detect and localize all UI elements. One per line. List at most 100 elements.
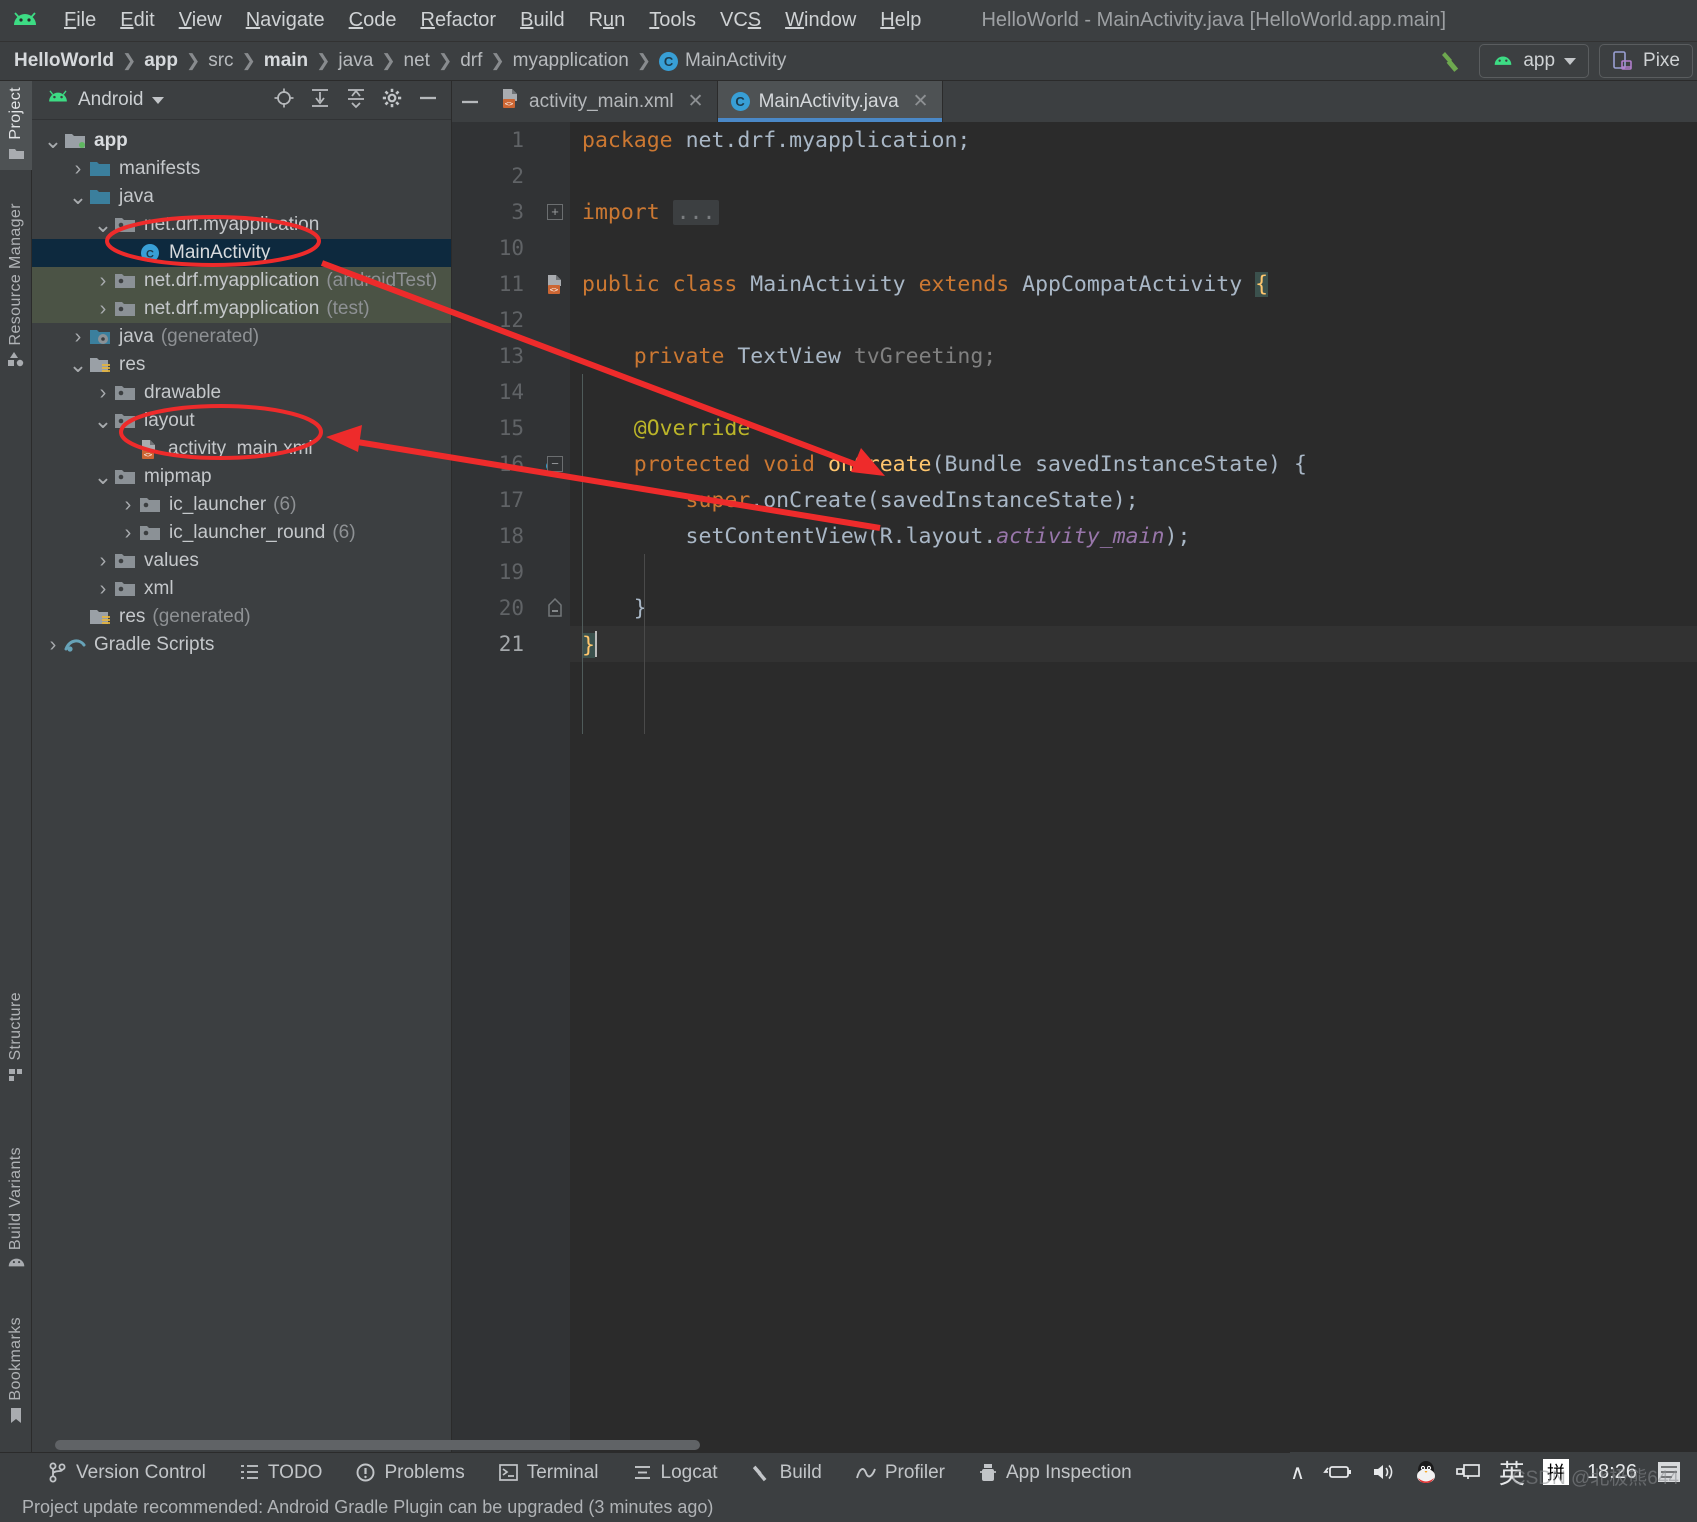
project-view-selector-label[interactable]: Android [78,89,144,111]
battery-icon[interactable] [1323,1463,1353,1481]
chevron-down-icon[interactable]: ⌄ [42,130,64,152]
tree-node-mipmap[interactable]: ⌄ mipmap [32,463,451,491]
status-item-problems[interactable]: Problems [356,1462,465,1484]
status-item-terminal[interactable]: Terminal [498,1462,599,1484]
close-icon[interactable]: ✕ [913,90,929,113]
tab-activity-main-xml[interactable]: <> activity_main.xml ✕ [487,81,718,122]
chevron-right-icon[interactable]: › [117,494,139,517]
tree-node-values[interactable]: › values [32,547,451,575]
tree-node-app[interactable]: ⌄ app [32,127,451,155]
menu-navigate[interactable]: Navigate [234,7,337,34]
editor-hscrollbar[interactable] [55,1440,700,1450]
code-line[interactable] [570,302,1697,338]
menu-vcs[interactable]: VCS [708,7,773,34]
tree-node-activity-main-xml[interactable]: <> activity_main.xml [32,435,451,463]
tree-node-ic-launcher-round[interactable]: › ic_launcher_round (6) [32,519,451,547]
code-line[interactable]: } [570,590,1697,626]
menu-window[interactable]: Window [773,7,868,34]
xml-layout-icon[interactable]: <> [540,266,570,302]
close-icon[interactable]: ✕ [688,90,704,113]
tree-node-net-drf-myapplication[interactable]: › net.drf.myapplication (androidTest) [32,267,451,295]
expand-all-icon[interactable] [309,87,331,114]
tool-button-project[interactable]: Project [0,81,32,170]
menu-code[interactable]: Code [337,7,409,34]
tree-node-res[interactable]: ⌄ res [32,351,451,379]
status-item-build[interactable]: Build [752,1462,822,1484]
menu-tools[interactable]: Tools [637,7,708,34]
gear-icon[interactable] [381,87,403,114]
chevron-down-icon[interactable]: ⌄ [92,466,114,488]
chevron-right-icon[interactable]: › [67,158,89,181]
breadcrumb-item-net[interactable]: net [404,50,430,72]
breadcrumb-item-app[interactable]: app [144,50,178,72]
breadcrumb-item-java[interactable]: java [338,50,373,72]
menu-refactor[interactable]: Refactor [408,7,508,34]
chevron-right-icon[interactable]: › [92,550,114,573]
code-line[interactable]: super.onCreate(savedInstanceState); [570,482,1697,518]
code-line[interactable]: private TextView tvGreeting; [570,338,1697,374]
code-line[interactable] [570,158,1697,194]
breadcrumb-item-myapplication[interactable]: myapplication [513,50,629,72]
breadcrumb-item-helloworld[interactable]: HelloWorld [14,50,114,72]
breadcrumb-item-drf[interactable]: drf [460,50,482,72]
code-line[interactable]: protected void onCreate(Bundle savedInst… [570,446,1697,482]
minimize-icon[interactable] [417,87,439,114]
tool-button-structure[interactable]: Structure [0,986,32,1092]
volume-icon[interactable] [1371,1462,1397,1482]
chevron-right-icon[interactable]: › [92,270,114,293]
chevron-down-icon[interactable]: ⌄ [67,354,89,376]
tree-node-java[interactable]: ⌄ java [32,183,451,211]
status-item-logcat[interactable]: Logcat [633,1462,718,1484]
collapse-fold-icon[interactable] [540,590,570,626]
tree-node-net-drf-myapplication[interactable]: ⌄ net.drf.myapplication [32,211,451,239]
code-line[interactable]: public class MainActivity extends AppCom… [570,266,1697,302]
run-configuration-selector[interactable]: app [1479,44,1590,78]
tree-node-java[interactable]: › java (generated) [32,323,451,351]
tool-button-bookmarks[interactable]: Bookmarks [0,1311,32,1433]
chevron-up-icon[interactable]: ∧ [1290,1460,1305,1485]
tool-button-resource-manager[interactable]: Resource Manager [0,197,32,376]
code-line[interactable]: import ... [570,194,1697,230]
chevron-down-icon[interactable]: ⌄ [92,410,114,432]
qq-penguin-icon[interactable] [1415,1460,1437,1484]
breadcrumb-item-main[interactable]: main [264,50,308,72]
code-line[interactable]: package net.drf.myapplication; [570,122,1697,158]
code-editor[interactable]: package net.drf.myapplication; import ...… [452,122,1697,1470]
editor-minimize-button[interactable] [452,81,487,122]
chevron-right-icon[interactable]: › [92,298,114,321]
tree-node-mainactivity[interactable]: C MainActivity [32,239,451,267]
chevron-right-icon[interactable]: › [92,578,114,601]
tree-node-gradle-scripts[interactable]: › Gradle Scripts [32,631,451,659]
tab-mainactivity-java[interactable]: C MainActivity.java ✕ [717,81,943,122]
tree-node-res[interactable]: res (generated) [32,603,451,631]
tree-node-layout[interactable]: ⌄ layout [32,407,451,435]
tree-node-net-drf-myapplication[interactable]: › net.drf.myapplication (test) [32,295,451,323]
code-line[interactable] [570,554,1697,590]
collapse-fold-icon[interactable]: − [540,446,570,482]
code-line[interactable] [570,374,1697,410]
status-item-app-inspection[interactable]: App Inspection [979,1462,1132,1484]
project-tree[interactable]: ⌄ app › manifests ⌄ java ⌄ net.drf.myapplicatio… [32,121,451,1454]
chevron-right-icon[interactable]: › [92,382,114,405]
code-line[interactable]: } [570,626,1697,662]
editor-code-body[interactable]: package net.drf.myapplication; import ...… [570,122,1697,1470]
breadcrumb-item-src[interactable]: src [208,50,233,72]
tree-node-ic-launcher[interactable]: › ic_launcher (6) [32,491,451,519]
collapse-all-icon[interactable] [345,87,367,114]
tool-button-build-variants[interactable]: Build Variants [0,1141,32,1278]
chevron-down-icon[interactable]: ⌄ [92,214,114,236]
status-item-todo[interactable]: TODO [240,1462,322,1484]
menu-file[interactable]: File [52,7,108,34]
chevron-right-icon[interactable]: › [67,326,89,349]
breadcrumb-item-mainactivity[interactable]: MainActivity [685,50,786,72]
code-line[interactable]: @Override [570,410,1697,446]
menu-build[interactable]: Build [508,7,576,34]
tree-node-manifests[interactable]: › manifests [32,155,451,183]
tree-node-xml[interactable]: › xml [32,575,451,603]
menu-help[interactable]: Help [868,7,933,34]
status-item-version-control[interactable]: Version Control [48,1462,206,1484]
menu-edit[interactable]: Edit [108,7,166,34]
chevron-right-icon[interactable]: › [117,522,139,545]
chevron-right-icon[interactable]: › [42,634,64,657]
code-line[interactable] [570,230,1697,266]
